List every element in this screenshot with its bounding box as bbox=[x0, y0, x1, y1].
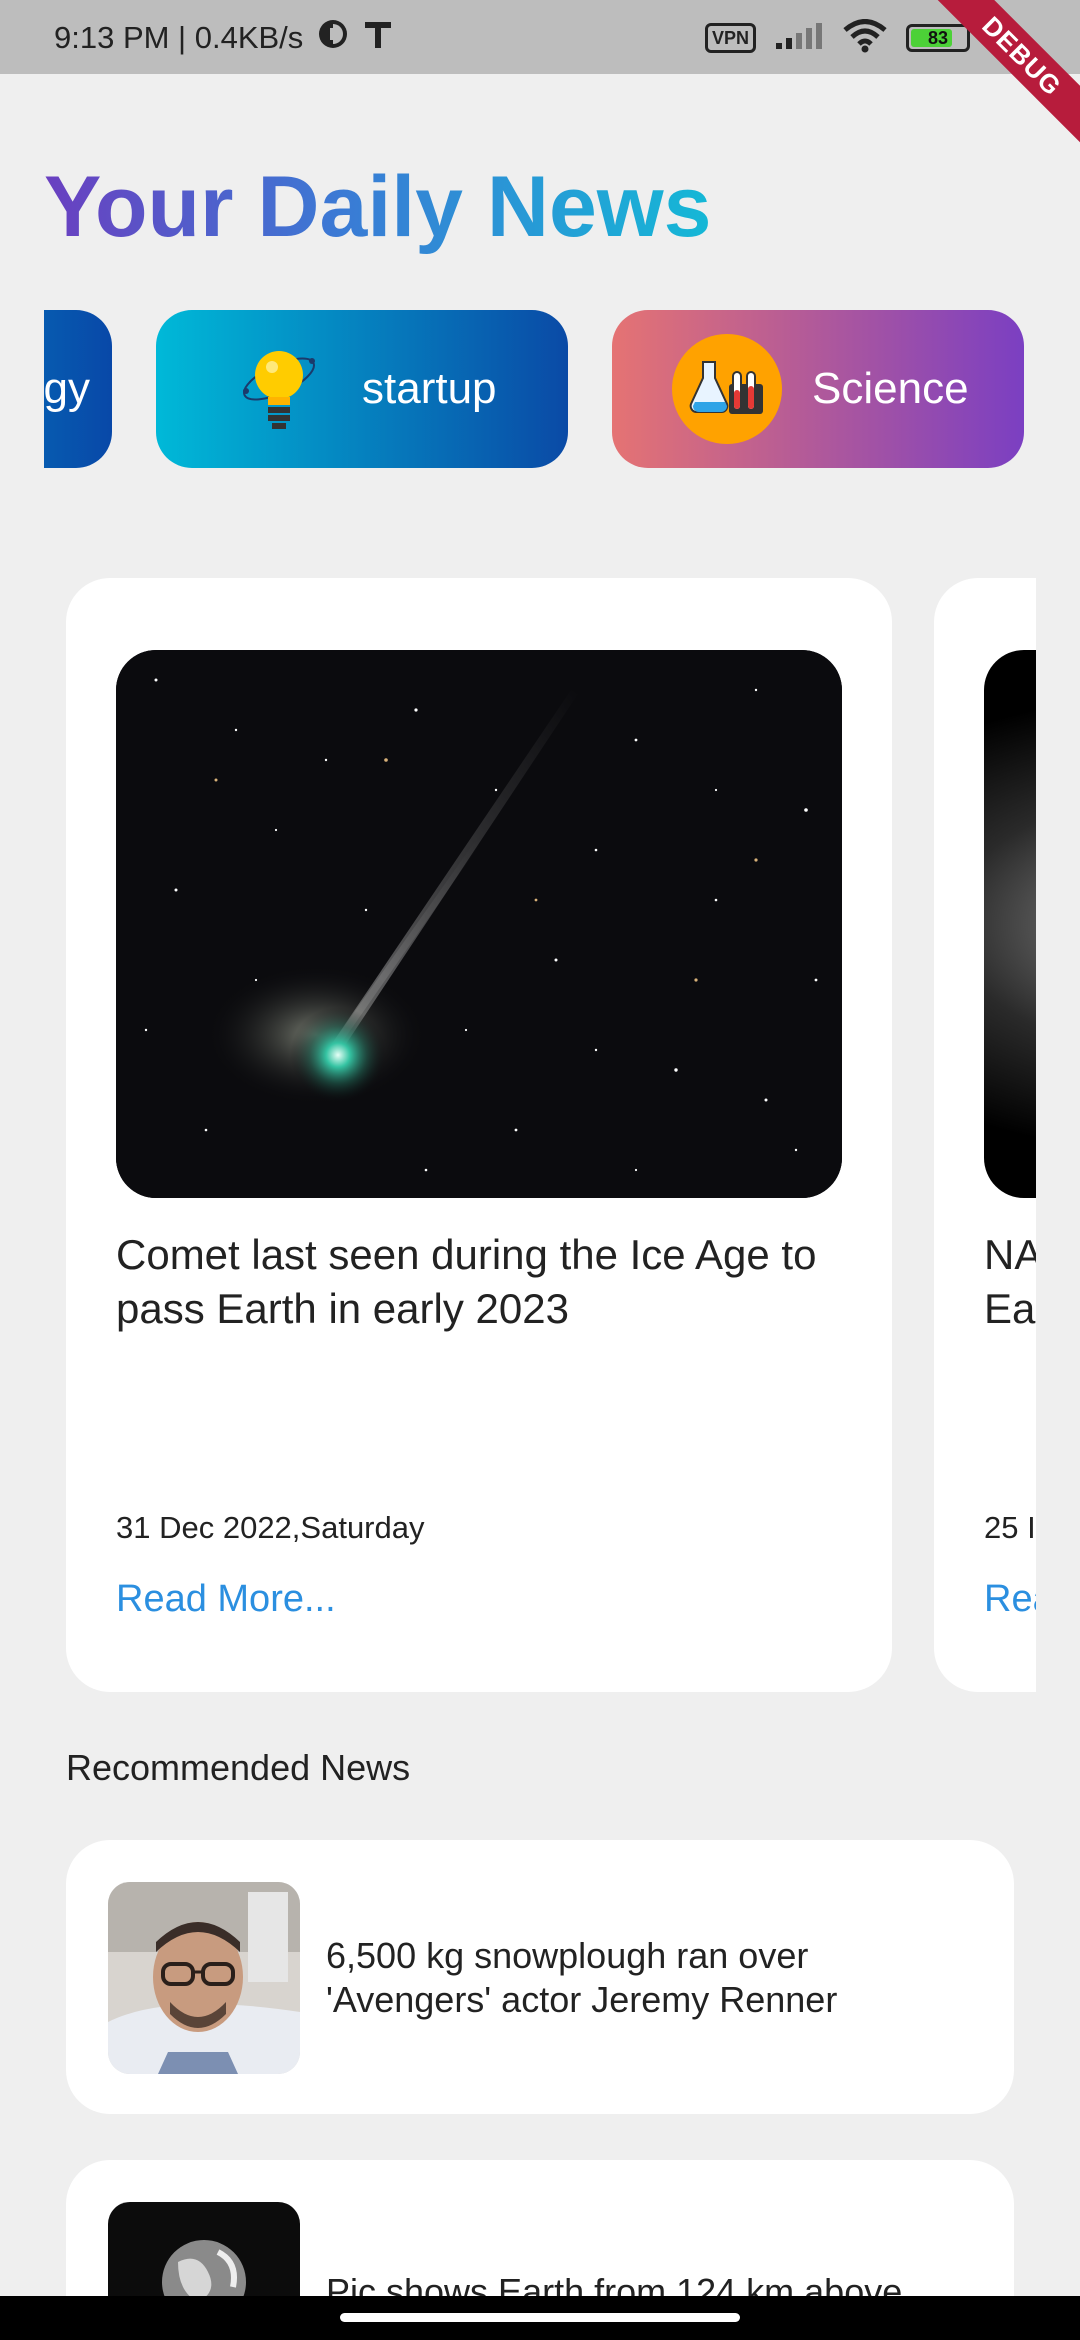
read-more-link[interactable]: Read More... bbox=[116, 1578, 336, 1621]
status-left: 9:13 PM | 0.4KB/s bbox=[54, 20, 393, 56]
category-chip-technology[interactable]: gy bbox=[44, 310, 112, 468]
status-time-speed: 9:13 PM | 0.4KB/s bbox=[54, 20, 304, 55]
lab-flask-icon bbox=[672, 334, 782, 444]
earth-image bbox=[984, 650, 1036, 1198]
home-indicator[interactable] bbox=[340, 2313, 740, 2322]
lightbulb-icon bbox=[236, 334, 322, 444]
app-notification-icon bbox=[317, 18, 349, 58]
category-label: Science bbox=[812, 364, 969, 413]
battery-percent: 83 bbox=[927, 27, 949, 48]
featured-title-line: NA bbox=[984, 1231, 1036, 1278]
section-title: Recommended News bbox=[66, 1747, 411, 1788]
comet-image bbox=[116, 650, 842, 1198]
status-right: VPN 83 bbox=[704, 18, 970, 58]
page-title: Your Daily News bbox=[44, 159, 712, 255]
news-thumbnail bbox=[108, 1882, 300, 2074]
category-strip[interactable]: gy startup Science bbox=[44, 310, 1036, 470]
battery-icon: 83 bbox=[906, 24, 970, 52]
featured-title: Comet last seen during the Ice Age to pa… bbox=[116, 1231, 817, 1332]
category-label: gy bbox=[44, 364, 90, 413]
signal-icon bbox=[774, 21, 824, 56]
featured-card[interactable]: Comet last seen during the Ice Age to pa… bbox=[66, 578, 892, 1692]
category-chip-startup[interactable]: startup bbox=[156, 310, 568, 468]
vpn-badge: VPN bbox=[704, 23, 756, 53]
recommended-item[interactable]: 6,500 kg snowplough ran over 'Avengers' … bbox=[66, 1840, 1014, 2114]
wifi-icon bbox=[842, 18, 888, 58]
featured-date: 25 I bbox=[984, 1510, 1036, 1545]
t-notification-icon bbox=[363, 18, 393, 58]
featured-carousel[interactable]: Comet last seen during the Ice Age to pa… bbox=[0, 578, 1036, 1693]
featured-card[interactable]: NA Ea 25 I Rea bbox=[934, 578, 1036, 1692]
featured-title-line: Ea bbox=[984, 1285, 1036, 1332]
status-bar: 9:13 PM | 0.4KB/s VPN 83 bbox=[0, 0, 1080, 74]
category-label: startup bbox=[362, 364, 497, 413]
recommended-title: 6,500 kg snowplough ran over 'Avengers' … bbox=[326, 1935, 838, 2020]
read-more-link[interactable]: Rea bbox=[984, 1578, 1036, 1621]
featured-title: NA Ea bbox=[984, 1228, 1036, 1336]
featured-date: 31 Dec 2022,Saturday bbox=[116, 1510, 425, 1545]
category-chip-science[interactable]: Science bbox=[612, 310, 1024, 468]
